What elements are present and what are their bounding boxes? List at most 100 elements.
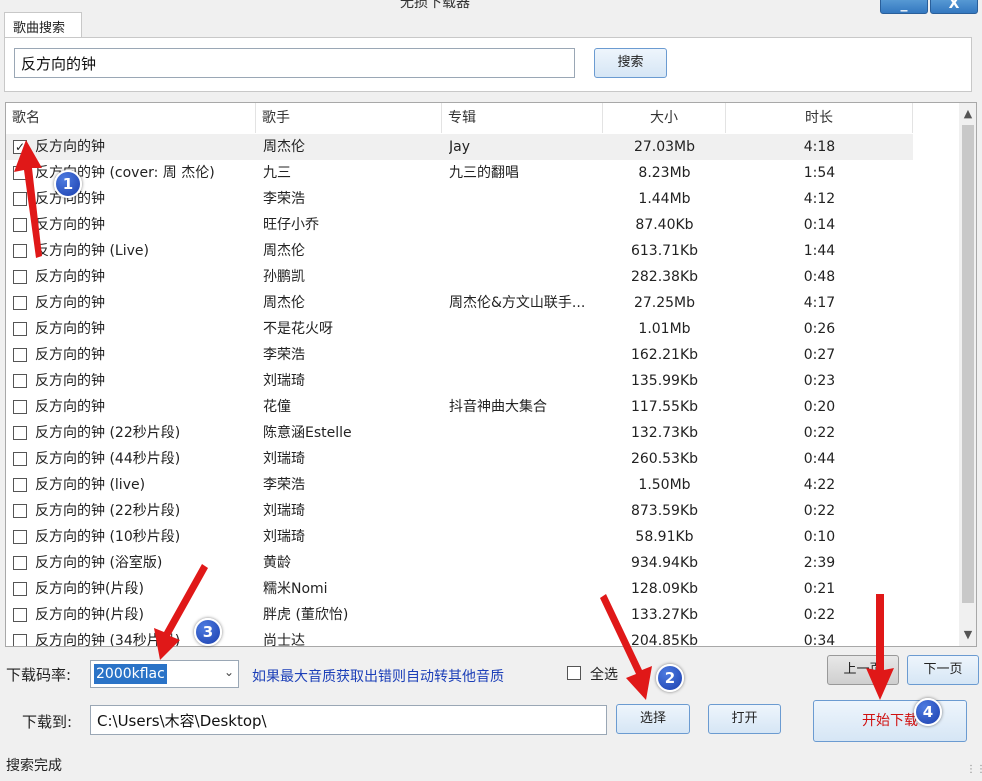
song-name-cell: 反方向的钟 [35,269,105,285]
artist-cell: 尚士达 [263,633,305,647]
song-name-cell: 反方向的钟 [35,399,105,415]
table-row[interactable]: 反方向的钟(片段) 糯米Nomi 128.09Kb 0:21 [6,576,913,602]
vertical-scrollbar[interactable]: ▲ ▼ [959,103,976,646]
row-checkbox[interactable] [13,296,27,310]
table-row[interactable]: 反方向的钟 (22秒片段) 刘瑞琦 873.59Kb 0:22 [6,498,913,524]
table-row[interactable]: 反方向的钟 旺仔小乔 87.40Kb 0:14 [6,212,913,238]
song-name-cell: 反方向的钟 [35,347,105,363]
artist-cell: 刘瑞琦 [263,529,305,545]
open-folder-button[interactable]: 打开 [708,704,781,734]
row-checkbox[interactable] [13,504,27,518]
row-checkbox[interactable] [13,608,27,622]
song-name-cell: 反方向的钟 [35,373,105,389]
artist-cell: 花僮 [263,399,291,415]
annotation-badge-2: 2 [656,664,684,692]
column-header-duration[interactable]: 时长 [726,103,913,133]
scroll-down-icon[interactable]: ▼ [959,626,976,644]
window-title: 无损下载器 [400,0,470,11]
song-name-cell: 反方向的钟 (Live) [35,243,149,259]
table-row[interactable]: 反方向的钟(片段) 胖虎 (董欣怡) 133.27Kb 0:22 [6,602,913,628]
scrollbar-thumb[interactable] [962,125,974,603]
duration-cell: 1:54 [803,165,836,181]
duration-cell: 0:26 [803,321,836,337]
annotation-badge-3: 3 [194,618,222,646]
scroll-up-icon[interactable]: ▲ [959,105,976,123]
annotation-badge-1: 1 [54,170,82,198]
song-name-cell: 反方向的钟 (44秒片段) [35,451,181,467]
row-checkbox[interactable] [13,400,27,414]
table-row[interactable]: 反方向的钟 (10秒片段) 刘瑞琦 58.91Kb 0:10 [6,524,913,550]
annotation-badge-4: 4 [914,698,942,726]
table-row[interactable]: 反方向的钟 花僮 抖音神曲大集合 117.55Kb 0:20 [6,394,913,420]
search-button[interactable]: 搜索 [594,48,667,78]
table-row[interactable]: 反方向的钟 (22秒片段) 陈意涵Estelle 132.73Kb 0:22 [6,420,913,446]
table-row[interactable]: 反方向的钟 李荣浩 1.44Mb 4:12 [6,186,913,212]
table-row[interactable]: ✓ 反方向的钟 周杰伦 Jay 27.03Mb 4:18 [6,134,913,160]
start-download-button[interactable]: 开始下载 [813,700,967,742]
column-header-size[interactable]: 大小 [603,103,726,133]
close-button[interactable]: X [930,0,978,14]
save-path-input[interactable] [90,705,607,735]
size-cell: 282.38Kb [630,269,699,285]
annotation-arrow-1 [14,140,42,258]
table-row[interactable]: 反方向的钟 刘瑞琦 135.99Kb 0:23 [6,368,913,394]
table-row[interactable]: 反方向的钟 孙鹏凯 282.38Kb 0:48 [6,264,913,290]
bitrate-select[interactable]: 2000kflac ⌄ [90,660,239,688]
choose-folder-button[interactable]: 选择 [616,704,690,734]
artist-cell: 孙鹏凯 [263,269,305,285]
table-row[interactable]: 反方向的钟 (Live) 周杰伦 613.71Kb 1:44 [6,238,913,264]
bitrate-value: 2000kflac [94,664,167,684]
list-header: 歌名 歌手 专辑 大小 时长 [6,103,959,133]
size-cell: 873.59Kb [630,503,699,519]
size-cell: 260.53Kb [630,451,699,467]
song-name-cell: 反方向的钟 [35,321,105,337]
duration-cell: 4:22 [803,477,836,493]
size-cell: 58.91Kb [635,529,694,545]
resize-grip-icon[interactable]: ⋮⋮ [966,764,982,775]
row-checkbox[interactable] [13,426,27,440]
next-page-button[interactable]: 下一页 [907,655,979,685]
table-row[interactable]: 反方向的钟 (cover: 周 杰伦) 九三 九三的翻唱 8.23Mb 1:54 [6,160,913,186]
size-cell: 132.73Kb [630,425,699,441]
quality-hint: 如果最大音质获取出错则自动转其他音质 [252,669,504,685]
row-checkbox[interactable] [13,270,27,284]
size-cell: 117.55Kb [630,399,699,415]
table-row[interactable]: 反方向的钟 李荣浩 162.21Kb 0:27 [6,342,913,368]
row-checkbox[interactable] [13,634,27,646]
row-checkbox[interactable] [13,478,27,492]
search-input[interactable] [14,48,575,78]
duration-cell: 0:22 [803,425,836,441]
table-row[interactable]: 反方向的钟 (浴室版) 黄龄 934.94Kb 2:39 [6,550,913,576]
row-checkbox[interactable] [13,322,27,336]
table-row[interactable]: 反方向的钟 (live) 李荣浩 1.50Mb 4:22 [6,472,913,498]
column-header-album[interactable]: 专辑 [442,103,603,133]
column-header-artist[interactable]: 歌手 [256,103,442,133]
album-cell: 抖音神曲大集合 [449,399,547,415]
row-checkbox[interactable] [13,452,27,466]
row-checkbox[interactable] [13,374,27,388]
row-checkbox[interactable] [13,582,27,596]
column-header-name[interactable]: 歌名 [6,103,256,133]
song-name-cell: 反方向的钟(片段) [35,607,144,623]
artist-cell: 黄龄 [263,555,291,571]
row-checkbox[interactable] [13,348,27,362]
table-row[interactable]: 反方向的钟 (34秒片段) 尚士达 204.85Kb 0:34 [6,628,913,647]
artist-cell: 周杰伦 [263,243,305,259]
table-row[interactable]: 反方向的钟 周杰伦 周杰伦&方文山联手... 27.25Mb 4:17 [6,290,913,316]
search-panel: 搜索 [4,37,972,92]
artist-cell: 糯米Nomi [263,581,328,597]
duration-cell: 0:20 [803,399,836,415]
annotation-arrow-2 [600,594,652,700]
row-checkbox[interactable] [13,530,27,544]
minimize-button[interactable]: _ [880,0,928,14]
size-cell: 135.99Kb [630,373,699,389]
table-row[interactable]: 反方向的钟 不是花火呀 1.01Mb 0:26 [6,316,913,342]
artist-cell: 九三 [263,165,291,181]
select-all-checkbox[interactable] [567,666,581,680]
table-row[interactable]: 反方向的钟 (44秒片段) 刘瑞琦 260.53Kb 0:44 [6,446,913,472]
duration-cell: 4:17 [803,295,836,311]
tab-song-search[interactable]: 歌曲搜索 [4,12,82,38]
artist-cell: 陈意涵Estelle [263,425,352,441]
album-cell: 周杰伦&方文山联手... [449,295,586,311]
row-checkbox[interactable] [13,556,27,570]
